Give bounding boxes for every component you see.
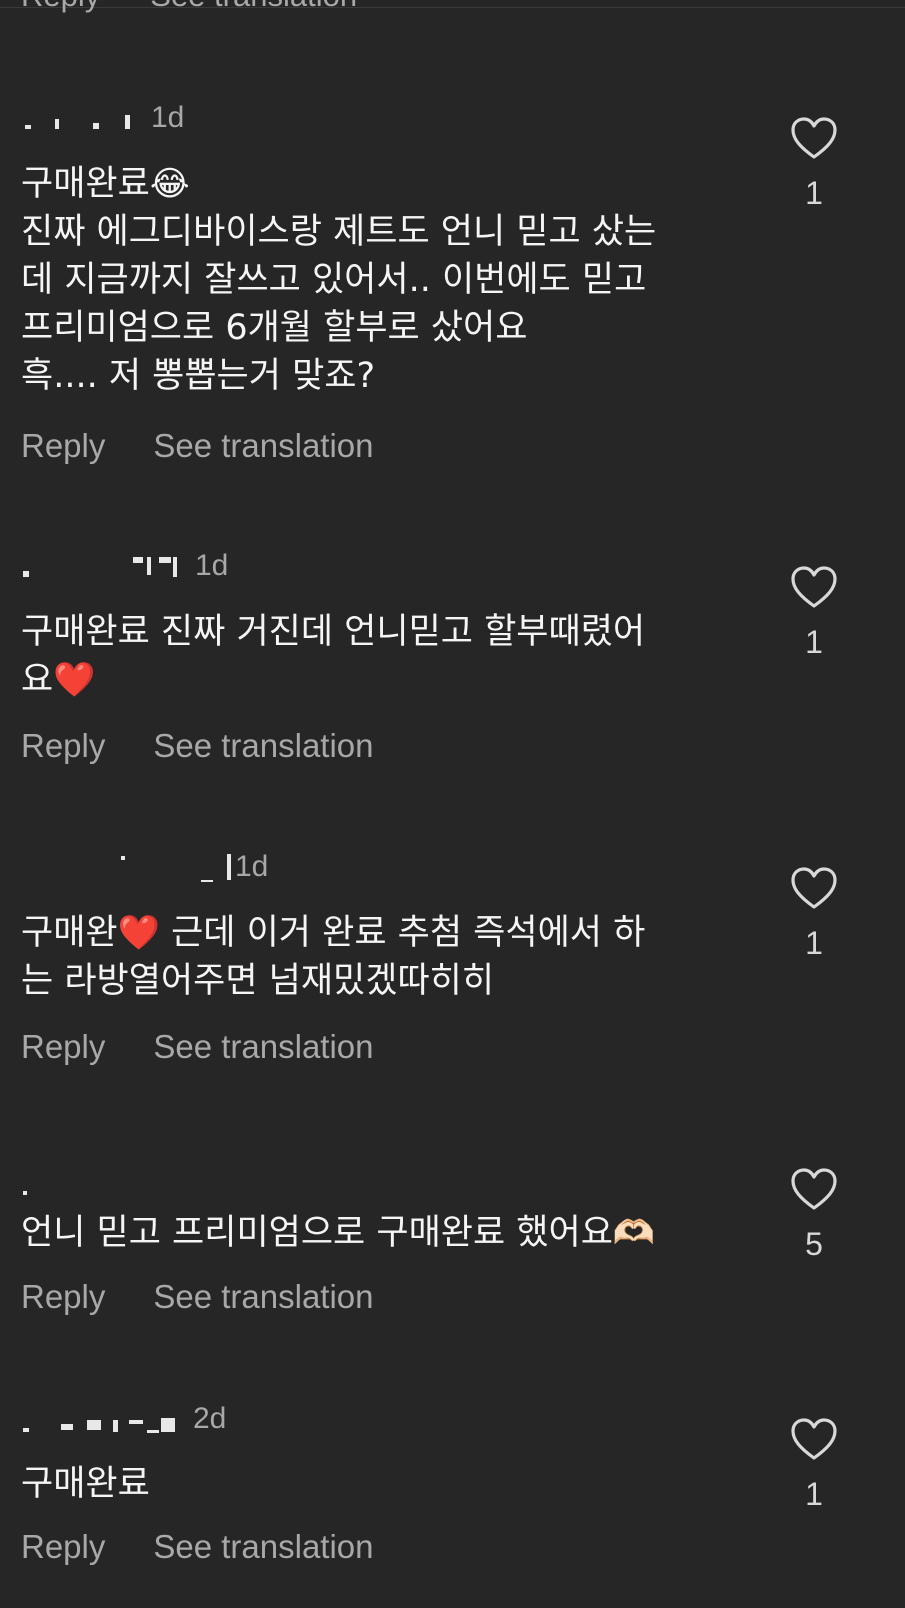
comment-timestamp: 1d [151, 101, 185, 134]
comment-timestamp: 1d [195, 549, 229, 582]
red-heart-icon: ❤️ [53, 660, 96, 700]
redacted-username[interactable] [21, 101, 139, 135]
like-control: 1 [789, 1418, 839, 1513]
comment-actions: Reply See translation [21, 427, 374, 465]
like-count: 1 [805, 1476, 823, 1512]
redacted-username[interactable] [21, 1173, 41, 1207]
see-translation-button[interactable]: See translation [153, 1278, 373, 1315]
red-heart-icon: ❤️ [117, 913, 160, 953]
comment-text-line: 구매완료 [21, 164, 150, 204]
comment-meta: 2d [21, 1399, 226, 1439]
comment-text-rest: 진짜 에그디바이스랑 제트도 언니 믿고 샀는 데 지금까지 잘쓰고 있어서..… [21, 212, 657, 396]
like-control: 1 [789, 117, 839, 212]
comment-text-line: 구매완료 [21, 1464, 150, 1504]
comment-meta: 1d [21, 546, 228, 586]
previous-see-translation-button[interactable]: See translation [150, 0, 357, 13]
redacted-username[interactable] [21, 1402, 181, 1436]
comment-text-line: 언니 믿고 프리미엄으로 구매완료 했어요 [21, 1213, 613, 1253]
comment-text: 구매완료 [21, 1460, 751, 1508]
comment-timestamp: 2d [193, 1402, 227, 1435]
heart-outline-icon[interactable] [790, 1168, 838, 1212]
comment-actions: Reply See translation [21, 1528, 374, 1566]
comment-actions: Reply See translation [21, 1278, 374, 1316]
comment-text: 구매완료😂 진짜 에그디바이스랑 제트도 언니 믿고 샀는 데 지금까지 잘쓰고… [21, 160, 751, 400]
face-with-tears-of-joy-icon: 😂 [149, 164, 190, 204]
reply-button[interactable]: Reply [21, 1528, 105, 1565]
comment-text: 구매완❤️ 근데 이거 완료 추첨 즉석에서 하 는 라방열어주면 넘재밌겠따히… [21, 909, 751, 1005]
heart-outline-icon[interactable] [790, 867, 838, 911]
comment-timestamp: 1d [235, 850, 269, 883]
previous-comment-actions: Reply See translation [21, 0, 407, 14]
reply-button[interactable]: Reply [21, 1028, 105, 1065]
comment-text-line: 구매완 [21, 913, 118, 953]
comment-actions: Reply See translation [21, 1028, 374, 1066]
heart-outline-icon[interactable] [790, 117, 838, 161]
reply-button[interactable]: Reply [21, 1278, 105, 1315]
comment-meta: 1d [21, 847, 268, 887]
previous-reply-button[interactable]: Reply [21, 0, 100, 13]
heart-outline-icon[interactable] [790, 1418, 838, 1462]
redacted-username[interactable] [21, 850, 235, 884]
comment-meta: 1d [21, 98, 184, 138]
like-control: 5 [789, 1168, 839, 1263]
comment-text: 언니 믿고 프리미엄으로 구매완료 했어요🫶🏻 [21, 1209, 751, 1257]
see-translation-button[interactable]: See translation [153, 727, 373, 764]
like-count: 1 [805, 175, 823, 211]
reply-button[interactable]: Reply [21, 727, 105, 764]
comment-text: 구매완료 진짜 거진데 언니믿고 할부때렸어 요❤️ [21, 608, 751, 704]
reply-button[interactable]: Reply [21, 427, 105, 464]
comment-actions: Reply See translation [21, 727, 374, 765]
like-count: 1 [805, 624, 823, 660]
like-count: 1 [805, 925, 823, 961]
comment-meta [21, 1170, 53, 1210]
see-translation-button[interactable]: See translation [153, 1528, 373, 1565]
like-control: 1 [789, 867, 839, 962]
see-translation-button[interactable]: See translation [153, 1028, 373, 1065]
heart-outline-icon[interactable] [790, 566, 838, 610]
redacted-username[interactable] [21, 549, 183, 583]
like-count: 5 [805, 1226, 823, 1262]
like-control: 1 [789, 566, 839, 661]
see-translation-button[interactable]: See translation [153, 427, 373, 464]
heart-hands-icon: 🫶🏻 [612, 1213, 656, 1253]
comment-text-line: 구매완료 진짜 거진데 언니믿고 할부때렸어 요 [21, 612, 646, 700]
